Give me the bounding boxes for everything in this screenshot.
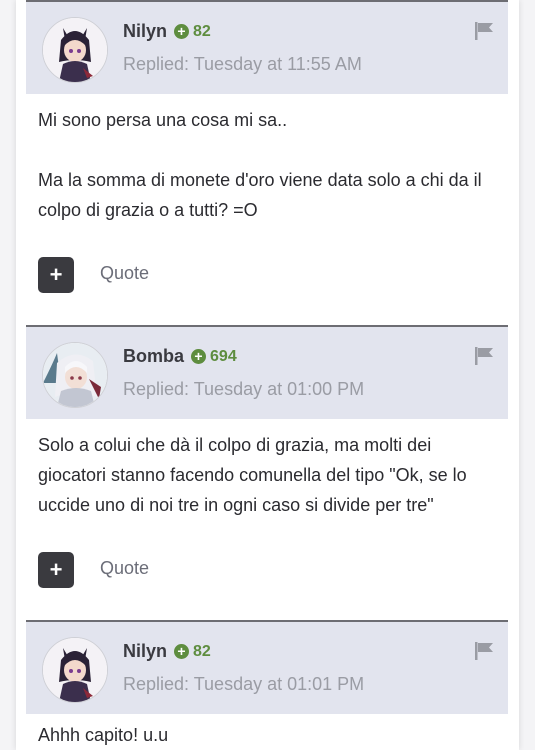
quote-button[interactable]: Quote (100, 558, 149, 579)
add-reaction-button[interactable]: + (38, 552, 74, 588)
reply-timestamp: Replied: Tuesday at 11:55 AM (123, 54, 362, 74)
topic-page: Nilyn + 82 Replied: Tuesday at 11:55 AM … (16, 0, 519, 750)
post: Nilyn + 82 Replied: Tuesday at 01:01 PM … (26, 620, 508, 750)
post-paragraph: Mi sono persa una cosa mi sa.. (38, 110, 288, 130)
flag-icon[interactable] (474, 22, 494, 40)
plus-circle-icon: + (191, 349, 207, 364)
author-name[interactable]: Nilyn + 82 (123, 641, 211, 662)
author-name[interactable]: Nilyn + 82 (123, 21, 211, 42)
post-paragraph: Ma la somma di monete d'oro viene data s… (38, 170, 482, 220)
quote-button[interactable]: Quote (100, 263, 149, 284)
avatar[interactable] (42, 342, 108, 408)
flag-icon[interactable] (474, 642, 494, 660)
post-paragraph: Ahhh capito! u.u (38, 725, 169, 745)
post-paragraph: Solo a colui che dà il colpo di grazia, … (38, 435, 467, 515)
post-header: Nilyn + 82 Replied: Tuesday at 11:55 AM (26, 0, 508, 94)
reputation-badge: + 82 (174, 23, 211, 41)
reply-timestamp: Replied: Tuesday at 01:00 PM (123, 379, 365, 399)
author-label[interactable]: Nilyn (123, 641, 167, 662)
post-body: Ahhh capito! u.u (26, 714, 508, 750)
post-header: Nilyn + 82 Replied: Tuesday at 01:01 PM (26, 620, 508, 714)
author-name[interactable]: Bomba + 694 (123, 346, 237, 367)
plus-circle-icon: + (174, 24, 190, 39)
post-body: Solo a colui che dà il colpo di grazia, … (26, 419, 508, 520)
post: Bomba + 694 Replied: Tuesday at 01:00 PM… (26, 325, 508, 588)
add-reaction-button[interactable]: + (38, 257, 74, 293)
reputation-badge: + 82 (174, 643, 211, 661)
avatar[interactable] (42, 637, 108, 703)
reputation-count: 694 (210, 347, 237, 365)
post-actions: + Quote (38, 552, 338, 588)
plus-circle-icon: + (174, 644, 190, 659)
post-body: Mi sono persa una cosa mi sa.. Ma la som… (26, 94, 508, 225)
post-header: Bomba + 694 Replied: Tuesday at 01:00 PM (26, 325, 508, 419)
post: Nilyn + 82 Replied: Tuesday at 11:55 AM … (26, 0, 508, 293)
anime-avatar-icon (43, 638, 107, 702)
flag-icon[interactable] (474, 347, 494, 365)
reputation-count: 82 (193, 642, 211, 660)
post-actions: + Quote (38, 257, 338, 293)
reputation-count: 82 (193, 22, 211, 40)
author-label[interactable]: Nilyn (123, 21, 167, 42)
anime-avatar-icon (43, 343, 107, 407)
reputation-badge: + 694 (191, 348, 237, 366)
reply-timestamp: Replied: Tuesday at 01:01 PM (123, 674, 365, 694)
avatar[interactable] (42, 17, 108, 83)
anime-avatar-icon (43, 18, 107, 82)
author-label[interactable]: Bomba (123, 346, 184, 367)
